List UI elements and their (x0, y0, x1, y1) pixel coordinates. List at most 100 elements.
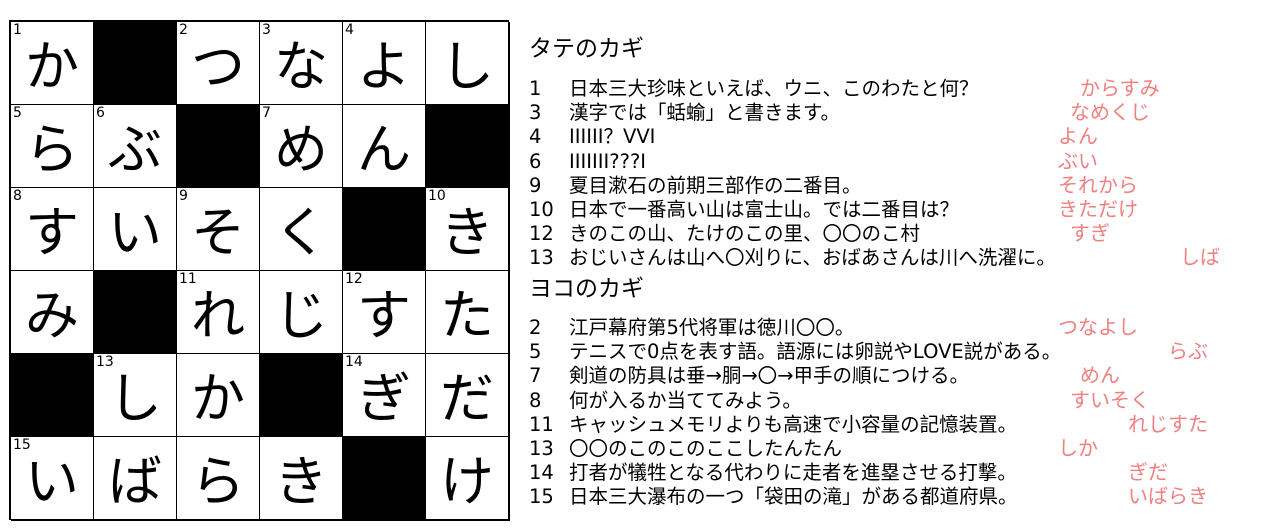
black-cell (260, 354, 344, 438)
yoko-clue: 13 〇〇のこのこのここしたんたん (529, 437, 842, 460)
grid-cell[interactable]: く (260, 188, 344, 272)
grid-cell[interactable]: ん (343, 105, 427, 189)
clue-number: 3 (529, 101, 542, 125)
grid-cell[interactable]: い (94, 188, 178, 272)
clue-number: 15 (529, 485, 554, 509)
grid-cell[interactable]: ば (94, 437, 178, 521)
yoko-clue: 7 剣道の防具は垂→胴→〇→甲手の順につける。 (529, 364, 969, 387)
tate-clue: 10 日本で一番高い山は富士山。では二番目は？ (529, 198, 959, 221)
grid-cell[interactable]: 8す (11, 188, 95, 272)
grid-cell[interactable]: 9そ (177, 188, 261, 272)
cell-letter: そ (191, 201, 245, 264)
cell-letter: め (274, 118, 328, 181)
clue-text: IIIIII？VVI (569, 125, 656, 149)
clue-text: 江戸幕府第5代将軍は徳川〇〇。 (569, 316, 855, 339)
cell-letter: じ (274, 284, 328, 347)
grid-cell[interactable]: か (177, 354, 261, 438)
black-cell (11, 354, 95, 438)
grid-cell[interactable]: 4よ (343, 22, 427, 106)
tate-clue: 6 IIIIIII???I (529, 150, 646, 173)
clue-answer: らぶ (1168, 339, 1208, 364)
grid-cell[interactable]: 1か (11, 22, 95, 106)
tate-clue: 3 漢字では「蛞蝓」と書きます。 (529, 101, 840, 124)
clue-text: おじいさんは山へ〇刈りに、おばあさんは川へ洗濯に。 (569, 246, 1056, 270)
clue-number: 11 (529, 412, 554, 436)
clue-answer: しば (1180, 245, 1220, 270)
grid-cell[interactable]: 11 れ (177, 271, 261, 355)
clue-text: 何が入るか当ててみよう。 (569, 388, 802, 412)
clue-answer: ぎだ (1128, 460, 1168, 485)
grid-cell[interactable]: み (11, 271, 95, 355)
grid-cell[interactable]: 14 ぎ (343, 354, 427, 438)
cell-letter: す (357, 284, 411, 347)
clue-text: IIIIIII???I (569, 149, 647, 173)
clue-text: キャッシュメモリよりも高速で小容量の記憶装置。 (569, 412, 1018, 436)
cell-letter: ぶ (108, 118, 162, 181)
clue-text: 日本三大瀑布の一つ「袋田の滝」がある都道府県。 (569, 485, 1018, 509)
clue-number: 4 (529, 125, 542, 149)
clue-text: 〇〇のこのこのここしたんたん (569, 437, 843, 460)
cell-letter: た (440, 284, 494, 347)
cell-letter: よ (357, 35, 411, 98)
tate-clue: 4 IIIIII？VVI (529, 125, 655, 148)
grid-cell[interactable]: 6ぶ (94, 105, 178, 189)
yoko-heading: ヨコのカギ (529, 276, 644, 302)
grid-cell[interactable]: き (260, 437, 344, 521)
grid-cell[interactable]: 5ら (11, 105, 95, 189)
clue-answer: すぎ (1070, 221, 1110, 246)
grid-cell[interactable]: 15 い (11, 437, 95, 521)
clue-text: 日本三大珍味といえば、ウニ、このわたと何？ (569, 77, 979, 100)
clue-number: 9 (529, 173, 542, 197)
black-cell (343, 437, 427, 521)
clue-number: 1 (529, 77, 542, 100)
black-cell (343, 188, 427, 272)
clue-answer: すいそく (1070, 387, 1150, 412)
clue-answer: つなよし (1058, 315, 1138, 339)
yoko-clue: 14 打者が犠牲となる代わりに走者を進塁させる打撃。 (529, 461, 1017, 484)
clue-answer: それから (1058, 172, 1138, 197)
clue-text: 打者が犠牲となる代わりに走者を進塁させる打撃。 (569, 461, 1017, 485)
clue-answer: めん (1080, 363, 1120, 388)
grid-cell[interactable]: た (426, 271, 510, 355)
cell-letter: く (274, 201, 328, 264)
cell-letter: ば (108, 450, 162, 513)
clue-answer: なめくじ (1070, 100, 1150, 125)
grid-cell[interactable]: 2つ (177, 22, 261, 106)
grid-cell[interactable]: 7め (260, 105, 344, 189)
grid-cell[interactable]: 13 し (94, 354, 178, 438)
black-cell (94, 22, 178, 106)
cell-letter: き (440, 201, 494, 264)
clue-answer: しか (1058, 436, 1098, 460)
cell-letter: つ (191, 35, 245, 98)
tate-clue: 12 きのこの山、たけのこの里、〇〇のこ村 (529, 222, 920, 245)
black-cell (426, 105, 510, 189)
clue-number: 12 (529, 222, 554, 246)
cell-letter: け (440, 450, 494, 513)
clue-text: 日本で一番高い山は富士山。では二番目は？ (569, 198, 960, 221)
grid-cell[interactable]: し (426, 22, 510, 106)
cell-letter: い (25, 450, 79, 513)
cell-letter: か (191, 367, 245, 430)
cell-letter: れ (191, 284, 245, 347)
cell-letter: か (25, 35, 79, 98)
clue-text: 剣道の防具は垂→胴→〇→甲手の順につける。 (569, 364, 970, 388)
tate-clue: 13 おじいさんは山へ〇刈りに、おばあさんは川へ洗濯に。 (529, 246, 1056, 269)
grid-cell[interactable]: 12 す (343, 271, 427, 355)
clue-number: 10 (529, 198, 554, 221)
tate-clue: 1 日本三大珍味といえば、ウニ、このわたと何？ (529, 77, 979, 100)
grid-cell[interactable]: じ (260, 271, 344, 355)
grid-cell[interactable]: ら (177, 437, 261, 521)
clue-text: 漢字では「蛞蝓」と書きます。 (569, 101, 841, 125)
cell-letter: し (108, 367, 162, 430)
yoko-clue: 15 日本三大瀑布の一つ「袋田の滝」がある都道府県。 (529, 485, 1018, 508)
clue-text: きのこの山、たけのこの里、〇〇のこ村 (569, 222, 921, 246)
grid-cell[interactable]: 3な (260, 22, 344, 106)
yoko-clue: 8 何が入るか当ててみよう。 (529, 389, 802, 412)
black-cell (177, 105, 261, 189)
cell-letter: ら (25, 118, 79, 181)
grid-cell[interactable]: け (426, 437, 510, 521)
grid-cell[interactable]: 10 き (426, 188, 510, 272)
clue-answer: きただけ (1058, 197, 1138, 221)
grid-cell[interactable]: だ (426, 354, 510, 438)
clue-number: 13 (529, 246, 554, 270)
